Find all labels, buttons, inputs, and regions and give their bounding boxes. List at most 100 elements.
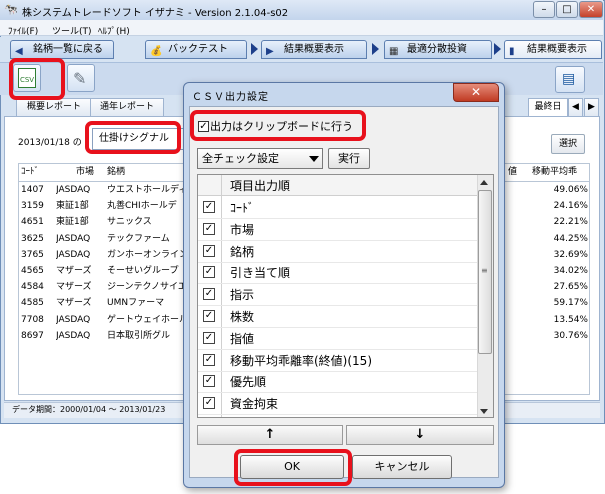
scroll-up-icon[interactable]	[480, 180, 488, 185]
item-label[interactable]: 指示	[230, 286, 254, 303]
column-header-name[interactable]: 銘柄	[107, 164, 125, 182]
cell-ma-deviation[interactable]: 13.54%	[548, 312, 588, 328]
item-checkbox[interactable]: ✓	[203, 331, 215, 344]
nav-back-button[interactable]: ◀ 銘柄一覧に戻る	[10, 40, 114, 59]
item-label[interactable]: 引き当て順	[230, 264, 290, 281]
cell-ma-deviation[interactable]: 30.76%	[548, 328, 588, 344]
cell-ma-deviation[interactable]: 32.69%	[548, 247, 588, 263]
item-checkbox[interactable]: ✓	[203, 222, 215, 235]
cell-market[interactable]: 東証1部	[56, 214, 89, 230]
cell-name[interactable]: ガンホーオンライン	[107, 247, 183, 263]
cell-code[interactable]: 4585	[21, 295, 44, 311]
item-checkbox[interactable]: ✓	[203, 288, 215, 301]
item-checkbox[interactable]: ✓	[203, 375, 215, 388]
menu-tools[interactable]: ツール(T)	[52, 24, 92, 37]
cell-ma-deviation[interactable]: 44.25%	[548, 231, 588, 247]
nav-optimal-button[interactable]: ▦ 最適分散投資	[384, 40, 492, 59]
cell-market[interactable]: マザーズ	[56, 279, 92, 295]
cell-code[interactable]: 4651	[21, 214, 44, 230]
cell-name[interactable]: 日本取引所グル	[107, 328, 183, 344]
minimize-button[interactable]: –	[533, 1, 555, 18]
row-divider	[198, 348, 477, 350]
app-icon: 🐄	[4, 3, 18, 16]
cell-code[interactable]: 1407	[21, 182, 44, 198]
item-checkbox[interactable]: ✓	[203, 201, 215, 213]
item-label[interactable]: 指値	[230, 330, 254, 347]
dialog-close-button[interactable]: ✕	[453, 83, 499, 102]
cell-ma-deviation[interactable]: 49.06%	[548, 182, 588, 198]
select-button[interactable]: 選択	[551, 134, 585, 154]
cell-name[interactable]: ウエストホールディ	[107, 182, 183, 198]
cell-name[interactable]: テックファーム	[107, 231, 183, 247]
menu-file[interactable]: ﾌｧｲﾙ(F)	[8, 24, 38, 37]
tab-scroll-left-icon[interactable]: ◀	[568, 98, 583, 116]
cell-name[interactable]: サニックス	[107, 214, 183, 230]
money-bag-icon: 💰	[150, 46, 163, 57]
cell-market[interactable]: JASDAQ	[56, 247, 90, 263]
column-header-ma-deviation[interactable]: 移動平均乖	[532, 164, 577, 182]
cell-market[interactable]: マザーズ	[56, 263, 92, 279]
cell-name[interactable]: UMNファーマ	[107, 295, 183, 311]
cell-ma-deviation[interactable]: 59.17%	[548, 295, 588, 311]
cell-name[interactable]: 丸善CHIホールデ	[107, 198, 183, 214]
item-checkbox[interactable]: ✓	[203, 310, 215, 322]
cell-code[interactable]: 3159	[21, 198, 44, 214]
arrow-up-icon: ↑	[264, 427, 276, 442]
execute-button[interactable]: 実行	[328, 148, 370, 169]
nav-summary-button[interactable]: ▶ 結果概要表示	[261, 40, 367, 59]
cell-code[interactable]: 8697	[21, 328, 44, 344]
cell-market[interactable]: JASDAQ	[56, 182, 90, 198]
cancel-button[interactable]: キャンセル	[352, 455, 452, 479]
column-header-market[interactable]: 市場	[76, 164, 94, 182]
all-check-dropdown[interactable]: 全チェック設定	[197, 148, 323, 169]
grip-icon: ≡	[481, 266, 488, 275]
cell-market[interactable]: JASDAQ	[56, 312, 90, 328]
move-up-button[interactable]: ↑	[197, 425, 343, 445]
column-header-price[interactable]: 値	[508, 164, 517, 182]
item-label[interactable]: 優先順	[230, 373, 266, 390]
cell-ma-deviation[interactable]: 24.16%	[548, 198, 588, 214]
item-checkbox[interactable]: ✓	[203, 397, 215, 410]
item-label[interactable]: 株数	[230, 308, 254, 325]
cell-market[interactable]: マザーズ	[56, 295, 92, 311]
move-down-button[interactable]: ↓	[346, 425, 494, 445]
cell-name[interactable]: ゲートウェイホール	[107, 312, 183, 328]
scroll-down-icon[interactable]	[480, 409, 488, 414]
item-label[interactable]: 資金拘束	[230, 395, 278, 412]
cell-code[interactable]: 4584	[21, 279, 44, 295]
list-header-label: 項目出力順	[230, 179, 291, 193]
item-label[interactable]: ｺｰﾄﾞ	[230, 199, 254, 216]
cell-name[interactable]: ジーンテクノサイエ	[107, 279, 183, 295]
menu-help[interactable]: ﾍﾙﾌﾟ(H)	[98, 24, 130, 37]
report-button[interactable]: ▤	[555, 66, 585, 93]
item-checkbox[interactable]: ✓	[203, 244, 215, 257]
tab-final-day[interactable]: 最終日	[528, 98, 568, 116]
cell-code[interactable]: 4565	[21, 263, 44, 279]
tab-annual-report[interactable]: 通年レポート	[90, 98, 164, 116]
nav-backtest-button[interactable]: 💰 バックテスト	[145, 40, 247, 59]
arrow-right-icon	[372, 43, 379, 55]
item-label[interactable]: 移動平均乖離率(終値)(15)	[230, 352, 372, 369]
tab-summary-report[interactable]: 概要レポート	[16, 98, 92, 116]
item-label[interactable]: 銘柄	[230, 243, 254, 260]
item-label[interactable]: 市場	[230, 221, 254, 238]
cell-market[interactable]: JASDAQ	[56, 328, 90, 344]
cell-code[interactable]: 3765	[21, 247, 44, 263]
cell-ma-deviation[interactable]: 34.02%	[548, 263, 588, 279]
close-button[interactable]: ✕	[579, 1, 603, 18]
item-checkbox[interactable]: ✓	[203, 353, 215, 366]
nav-summary2-button[interactable]: ▮ 結果概要表示	[504, 40, 602, 59]
tab-scroll-right-icon[interactable]: ▶	[584, 98, 599, 116]
maximize-button[interactable]: □	[556, 1, 578, 18]
cell-market[interactable]: 東証1部	[56, 198, 89, 214]
item-checkbox[interactable]: ✓	[203, 266, 215, 279]
cell-code[interactable]: 3625	[21, 231, 44, 247]
cell-ma-deviation[interactable]: 22.21%	[548, 214, 588, 230]
cell-name[interactable]: そーせいグループ	[107, 263, 183, 279]
settings-tool-button[interactable]: ✎	[67, 64, 95, 92]
cell-ma-deviation[interactable]: 27.65%	[548, 279, 588, 295]
nav-back-label: 銘柄一覧に戻る	[33, 44, 103, 55]
cell-code[interactable]: 7708	[21, 312, 44, 328]
column-header-code[interactable]: ｺｰﾄﾞ	[21, 164, 39, 182]
cell-market[interactable]: JASDAQ	[56, 231, 90, 247]
